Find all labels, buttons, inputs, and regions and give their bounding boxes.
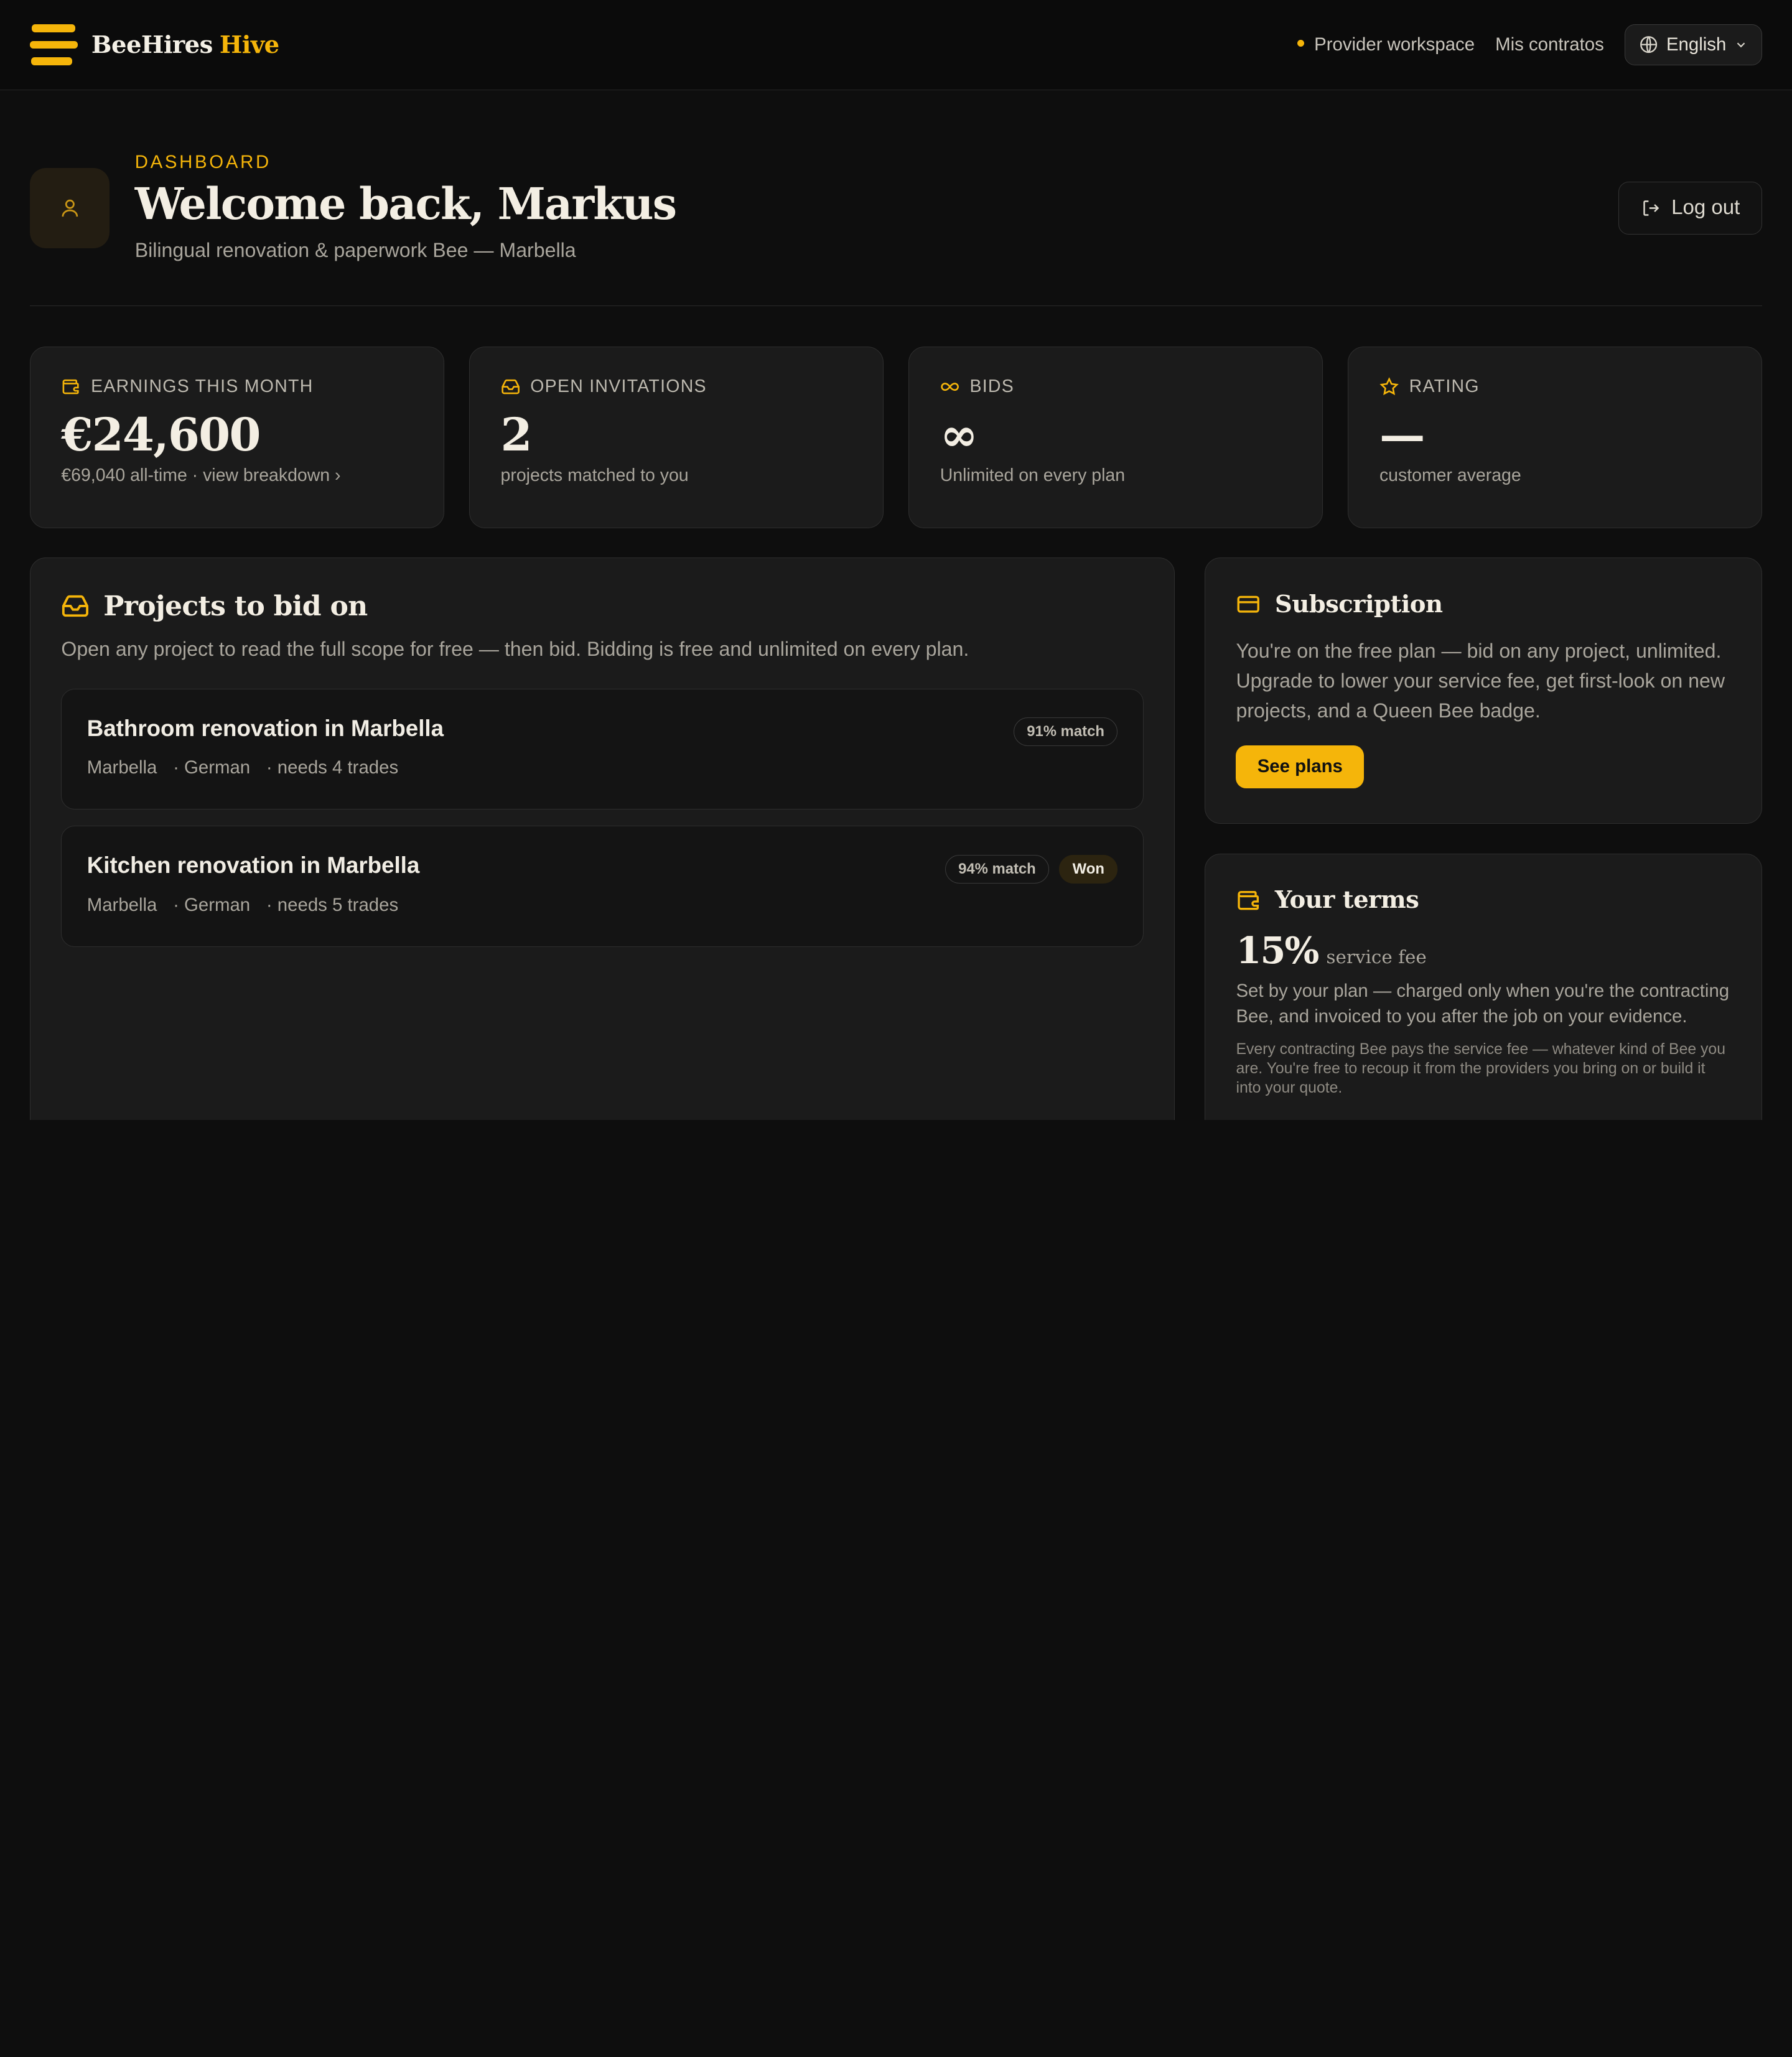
top-bar: BeeHires Hive Provider workspace Mis cont… bbox=[0, 0, 1792, 91]
top-nav: Provider workspace Mis contratos English bbox=[1297, 24, 1763, 66]
stat-label: EARNINGS THIS MONTH bbox=[61, 376, 413, 397]
stat-card-earnings[interactable]: EARNINGS THIS MONTH €24,600 €69,040 all-… bbox=[29, 346, 444, 528]
wallet-icon bbox=[62, 380, 79, 394]
stat-label-text: OPEN INVITATIONS bbox=[530, 376, 707, 397]
project-trades: · needs 4 trades bbox=[266, 757, 399, 778]
stat-value: — bbox=[1379, 408, 1425, 462]
brand-accent: Hive bbox=[219, 30, 279, 59]
project-language: · German bbox=[173, 894, 251, 915]
project-location: Marbella bbox=[86, 757, 157, 778]
brand-name[interactable]: BeeHires Hive bbox=[91, 31, 279, 59]
stat-value: 2 bbox=[500, 408, 533, 462]
stat-sub: customer average bbox=[1379, 465, 1521, 486]
page-eyebrow: DASHBOARD bbox=[134, 152, 271, 173]
welcome-section: DASHBOARD Welcome back, Markus Bilingual… bbox=[29, 149, 1763, 307]
page-title: Welcome back, Markus bbox=[134, 178, 677, 230]
subscription-title: Subscription bbox=[1274, 590, 1443, 618]
logout-button[interactable]: Log out bbox=[1618, 182, 1763, 235]
terms-card: Your terms 15% service fee Set by your p… bbox=[1204, 854, 1763, 1120]
stat-card-bids[interactable]: BIDS ∞ Unlimited on every plan bbox=[908, 346, 1323, 528]
subscription-heading: Subscription bbox=[1236, 590, 1730, 618]
projects-panel: Projects to bid on Open any project to r… bbox=[29, 557, 1175, 1120]
projects-description: Open any project to read the full scope … bbox=[61, 638, 969, 661]
stat-label: BIDS bbox=[940, 376, 1292, 397]
fee-value: 15% bbox=[1236, 929, 1319, 973]
infinity-icon bbox=[941, 383, 959, 391]
status-dot-icon bbox=[1297, 40, 1304, 47]
terms-heading: Your terms bbox=[1236, 886, 1730, 914]
stat-sub: Unlimited on every plan bbox=[940, 465, 1126, 486]
project-title: Bathroom renovation in Marbella bbox=[86, 715, 444, 741]
stat-value: ∞ bbox=[940, 408, 978, 462]
user-icon bbox=[62, 199, 78, 217]
project-card[interactable]: Bathroom renovation in Marbella Marbella… bbox=[61, 688, 1144, 810]
project-badges: 94% match Won bbox=[945, 854, 1118, 884]
logout-label: Log out bbox=[1671, 196, 1740, 220]
project-trades: · needs 5 trades bbox=[266, 894, 399, 915]
stat-card-invitations[interactable]: OPEN INVITATIONS 2 projects matched to y… bbox=[469, 346, 884, 528]
fee-label: service fee bbox=[1326, 946, 1427, 968]
project-card[interactable]: Kitchen renovation in Marbella Marbella … bbox=[61, 825, 1144, 947]
project-meta: Marbella · German · needs 5 trades bbox=[87, 895, 1118, 916]
avatar bbox=[29, 167, 110, 248]
page-subtitle: Bilingual renovation & paperwork Bee — M… bbox=[134, 238, 576, 261]
star-icon bbox=[1379, 377, 1399, 396]
credit-card-icon bbox=[1237, 595, 1260, 613]
terms-fine-print: Every contracting Bee pays the service f… bbox=[1236, 1040, 1725, 1097]
earnings-breakdown-link[interactable]: €69,040 all-time · view breakdown › bbox=[61, 465, 413, 486]
brand-main: BeeHires bbox=[91, 30, 213, 59]
inbox-icon bbox=[62, 595, 89, 617]
project-meta: Marbella · German · needs 4 trades bbox=[87, 757, 1118, 778]
stat-card-rating[interactable]: RATING — customer average bbox=[1348, 346, 1763, 528]
stat-label-text: EARNINGS THIS MONTH bbox=[91, 376, 314, 397]
provider-dashboard: BeeHires Hive Provider workspace Mis cont… bbox=[0, 0, 1792, 1120]
terms-title: Your terms bbox=[1274, 886, 1419, 915]
inbox-icon bbox=[501, 380, 520, 394]
project-language: · German bbox=[173, 757, 251, 778]
language-selector[interactable]: English bbox=[1624, 24, 1763, 66]
stat-value: €24,600 bbox=[61, 408, 261, 462]
subscription-text: You're on the free plan — bid on any pro… bbox=[1236, 640, 1725, 722]
stat-label-text: RATING bbox=[1409, 376, 1480, 397]
match-badge: 94% match bbox=[945, 854, 1049, 884]
projects-heading: Projects to bid on bbox=[61, 590, 1143, 622]
project-location: Marbella bbox=[86, 894, 157, 915]
status-badge: Won bbox=[1059, 854, 1118, 884]
stat-label: OPEN INVITATIONS bbox=[501, 376, 852, 397]
chevron-down-icon bbox=[1737, 42, 1745, 48]
workspace-label: Provider workspace bbox=[1314, 34, 1475, 55]
service-fee: 15% service fee bbox=[1236, 929, 1730, 972]
match-badge: 91% match bbox=[1014, 717, 1118, 747]
stats-row: EARNINGS THIS MONTH €24,600 €69,040 all-… bbox=[29, 346, 1763, 528]
project-badges: 91% match bbox=[1014, 717, 1118, 747]
workspace-indicator: Provider workspace bbox=[1297, 34, 1475, 55]
stat-sub: projects matched to you bbox=[500, 465, 689, 486]
wallet-icon bbox=[1238, 890, 1259, 910]
stat-label: RATING bbox=[1379, 376, 1731, 397]
terms-text: Set by your plan — charged only when you… bbox=[1236, 981, 1730, 1027]
contracts-link[interactable]: Mis contratos bbox=[1495, 34, 1604, 55]
globe-icon bbox=[1640, 36, 1658, 54]
beehires-logo-icon[interactable] bbox=[29, 24, 78, 66]
stat-label-text: BIDS bbox=[969, 376, 1015, 397]
projects-title: Projects to bid on bbox=[103, 590, 368, 622]
logout-icon bbox=[1643, 200, 1659, 216]
subscription-card: Subscription You're on the free plan — b… bbox=[1204, 557, 1763, 824]
language-label: English bbox=[1666, 34, 1727, 55]
see-plans-button[interactable]: See plans bbox=[1236, 745, 1365, 789]
